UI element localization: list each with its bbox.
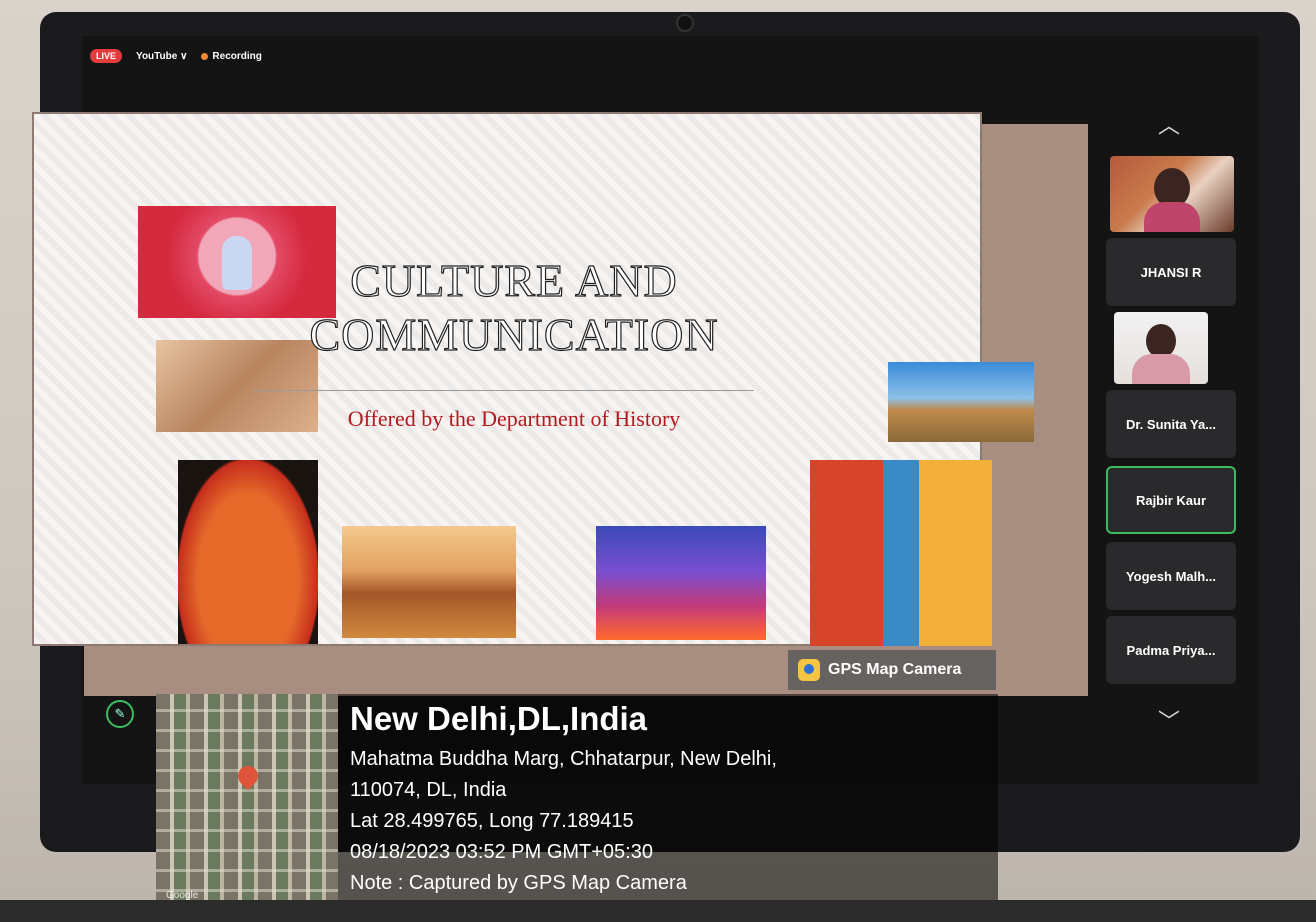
recording-label: Recording	[212, 50, 262, 62]
slide-title-line: CULTURE AND	[350, 254, 678, 306]
participant-video-jhansi[interactable]	[1110, 156, 1234, 232]
recording-indicator[interactable]: Recording	[201, 50, 262, 62]
annotate-pen-icon[interactable]: ✎	[106, 700, 134, 728]
participant-name: Yogesh Malh...	[1125, 568, 1217, 584]
participant-tile-rajbir[interactable]: Rajbir Kaur	[1106, 466, 1236, 534]
slide-title-line: COMMUNICATION	[309, 308, 719, 360]
avatar-body	[1144, 202, 1200, 232]
gps-address-line: 110074, DL, India	[350, 779, 507, 801]
participant-name: Padma Priya...	[1126, 642, 1216, 658]
gps-city: New Delhi,DL,India	[350, 700, 648, 737]
temple-image	[888, 362, 1034, 442]
location-map: Google	[156, 694, 338, 912]
keyboard-edge	[0, 900, 1316, 922]
slide-divider	[254, 390, 754, 391]
gps-note: Note : Captured by GPS Map Camera	[350, 872, 687, 894]
gps-camera-logo-icon	[798, 659, 820, 681]
chevron-up-icon[interactable]: ︿	[1158, 108, 1180, 140]
participant-video-sunita[interactable]	[1114, 312, 1208, 384]
chevron-down-icon[interactable]: ﹀	[1158, 704, 1180, 736]
map-streets	[156, 694, 338, 912]
participant-sidebar: ︿ JHANSI R Dr. Sunita Ya... Rajbir Kaur …	[1098, 36, 1258, 784]
collage-image	[810, 460, 992, 646]
youtube-stream-menu[interactable]: YouTube ∨	[136, 51, 187, 62]
kathakali-image	[178, 460, 318, 644]
gps-camera-badge: GPS Map Camera	[788, 650, 996, 690]
avatar-body	[1132, 354, 1190, 384]
webcam	[676, 14, 694, 32]
participant-name: JHANSI R	[1140, 264, 1202, 280]
participant-tile-sunita[interactable]: Dr. Sunita Ya...	[1106, 390, 1236, 458]
participant-tile-yogesh[interactable]: Yogesh Malh...	[1106, 542, 1236, 610]
varanasi-ghats-image	[342, 526, 516, 638]
participant-tile-jhansi[interactable]: JHANSI R	[1106, 238, 1236, 306]
presentation-slide: CULTURE AND COMMUNICATION Offered by the…	[32, 112, 1034, 646]
figure	[222, 236, 252, 290]
participant-name: Rajbir Kaur	[1135, 492, 1207, 508]
meeting-topbar: LIVE YouTube ∨ Recording	[82, 36, 1258, 76]
slide-title: CULTURE AND COMMUNICATION	[284, 254, 744, 362]
gps-badge-label: GPS Map Camera	[828, 661, 962, 678]
gps-info: New Delhi,DL,India Mahatma Buddha Marg, …	[350, 700, 990, 899]
gps-latlong: Lat 28.499765, Long 77.189415	[350, 810, 634, 832]
gps-datetime: 08/18/2023 03:52 PM GMT+05:30	[350, 841, 653, 863]
participant-tile-padma[interactable]: Padma Priya...	[1106, 616, 1236, 684]
participant-name: Dr. Sunita Ya...	[1125, 416, 1217, 432]
record-dot-icon	[201, 52, 209, 60]
avatar	[1146, 324, 1176, 358]
live-badge[interactable]: LIVE	[90, 49, 123, 63]
taj-mahal-image	[596, 526, 766, 640]
slide-subtitle: Offered by the Department of History	[347, 406, 681, 431]
gps-address-line: Mahatma Buddha Marg, Chhatarpur, New Del…	[350, 748, 777, 770]
